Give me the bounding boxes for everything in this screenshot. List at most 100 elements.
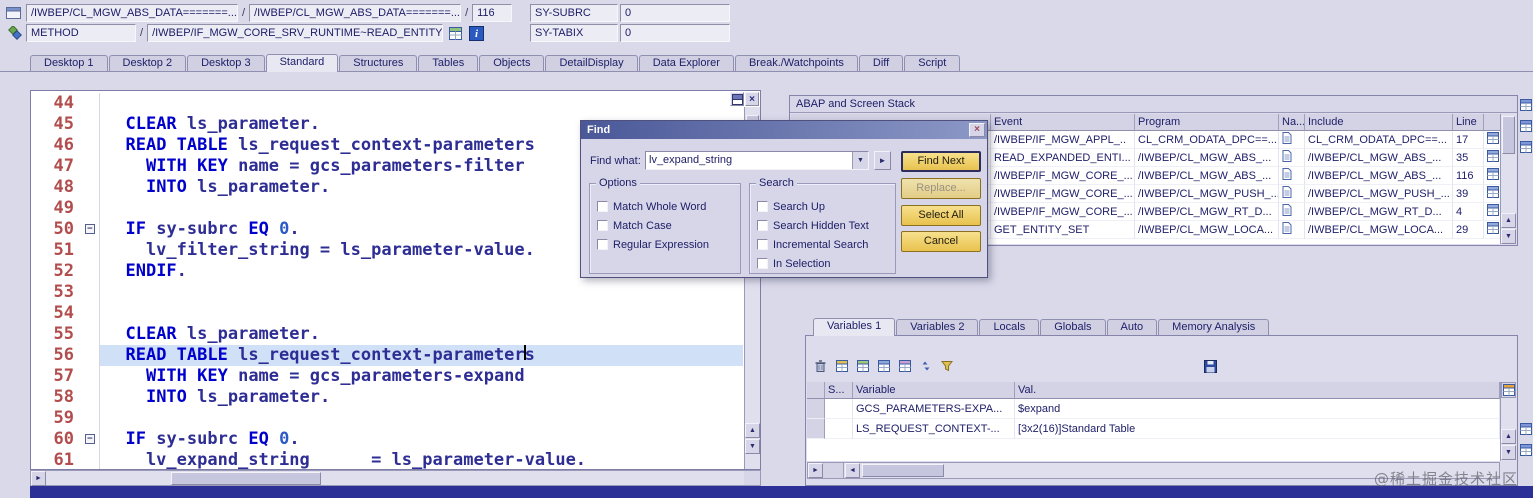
stack-cell-line[interactable]: 4	[1453, 203, 1484, 221]
create-variable-icon[interactable]	[833, 358, 850, 374]
line-number[interactable]: 52	[31, 261, 83, 282]
sy-tabix-value-field[interactable]: 0	[620, 24, 730, 42]
stack-cell-line[interactable]: 17	[1453, 131, 1484, 149]
row-selector-cell[interactable]	[807, 419, 825, 439]
scroll-down-icon[interactable]: ▼	[1501, 229, 1516, 244]
tab-script[interactable]: Script	[904, 55, 961, 72]
event-field[interactable]: /IWBEP/IF_MGW_CORE_SRV_RUNTIME~READ_ENTI…	[147, 24, 444, 42]
grid-icon[interactable]	[1484, 167, 1500, 185]
tab-globals[interactable]: Globals	[1040, 319, 1106, 336]
line-number[interactable]: 58	[31, 387, 83, 408]
checkbox-icon[interactable]	[757, 258, 768, 269]
code-line[interactable]: 53	[31, 282, 743, 303]
checkbox-search-hidden-text[interactable]: Search Hidden Text	[757, 216, 893, 235]
display-table-icon[interactable]	[875, 358, 892, 374]
line-number[interactable]: 44	[31, 93, 83, 114]
include-program-field[interactable]: /IWBEP/CL_MGW_ABS_DATA=======...	[249, 4, 462, 22]
column-header-include[interactable]: Include	[1305, 114, 1453, 131]
grid-icon[interactable]	[1520, 99, 1533, 112]
collapse-icon[interactable]: −	[85, 434, 95, 444]
info-icon[interactable]: i	[468, 25, 485, 41]
sort-icon[interactable]	[917, 358, 934, 374]
find-dialog-titlebar[interactable]: Find ×	[581, 121, 987, 139]
editor-hscrollbar[interactable]: ◄ ◄ ►	[30, 470, 761, 486]
checkbox-search-up[interactable]: Search Up	[757, 197, 893, 216]
grid-icon[interactable]	[1520, 141, 1533, 154]
find-next-button[interactable]: Find Next	[901, 151, 981, 172]
layout-icon[interactable]	[938, 358, 955, 374]
checkbox-icon[interactable]	[757, 220, 768, 231]
code-line[interactable]: 59	[31, 408, 743, 429]
variable-name-cell[interactable]: GCS_PARAMETERS-EXPA...	[853, 399, 1015, 419]
line-number[interactable]: 54	[31, 303, 83, 324]
scroll-down-icon[interactable]: ▼	[745, 439, 760, 454]
stack-cell-program[interactable]: /IWBEP/CL_MGW_ABS_...	[1135, 149, 1279, 167]
column-header-variable[interactable]: Variable	[853, 382, 1015, 399]
change-variable-icon[interactable]	[854, 358, 871, 374]
scrollbar-thumb[interactable]	[862, 464, 944, 477]
column-header[interactable]	[1484, 114, 1500, 131]
variable-name-cell[interactable]: LS_REQUEST_CONTEXT-...	[853, 419, 1015, 439]
stack-cell-line[interactable]: 29	[1453, 221, 1484, 239]
line-number[interactable]: 55	[31, 324, 83, 345]
stack-cell-include[interactable]: CL_CRM_ODATA_DPC==...	[1305, 131, 1453, 149]
column-header-na[interactable]: Na...	[1279, 114, 1305, 131]
checkbox-icon[interactable]	[597, 239, 608, 250]
stack-cell-event[interactable]: /IWBEP/IF_MGW_CORE_...	[991, 167, 1135, 185]
tab-detaildisplay[interactable]: DetailDisplay	[545, 55, 638, 72]
variables-vscrollbar[interactable]: ▲ ▼	[1500, 382, 1516, 461]
variables-table[interactable]: S... Variable Val. GCS_PARAMETERS-EXPA... $…	[807, 382, 1500, 461]
stack-cell-line[interactable]: 39	[1453, 185, 1484, 203]
table-display-icon[interactable]	[447, 26, 464, 41]
checkbox-in-selection[interactable]: In Selection	[757, 254, 893, 273]
event-type-field[interactable]: METHOD	[26, 24, 136, 42]
grid-icon[interactable]	[1520, 423, 1533, 436]
main-program-field[interactable]: /IWBEP/CL_MGW_ABS_DATA=======...	[26, 4, 238, 22]
line-number[interactable]: 56	[31, 345, 83, 366]
cancel-button[interactable]: Cancel	[901, 231, 981, 252]
scroll-up-icon[interactable]: ▲	[1501, 213, 1516, 228]
tab-desktop-2[interactable]: Desktop 2	[108, 55, 187, 72]
stack-cell-include[interactable]: /IWBEP/CL_MGW_LOCA...	[1305, 221, 1453, 239]
line-number[interactable]: 48	[31, 177, 83, 198]
chevron-down-icon[interactable]: ▼	[852, 152, 868, 169]
stack-cell-event[interactable]: READ_EXPANDED_ENTI...	[991, 149, 1135, 167]
services-icon[interactable]	[896, 358, 913, 374]
collapse-icon[interactable]: −	[85, 224, 95, 234]
row-selector-cell[interactable]	[807, 399, 825, 419]
code-line[interactable]: 54	[31, 303, 743, 324]
tab-standard[interactable]: Standard	[265, 54, 339, 72]
column-header-s[interactable]: S...	[825, 382, 853, 399]
flag-cell[interactable]	[825, 399, 853, 419]
table-settings-icon[interactable]	[1501, 382, 1516, 398]
checkbox-icon[interactable]	[597, 201, 608, 212]
checkbox-regular-expression[interactable]: Regular Expression	[597, 235, 738, 254]
line-number[interactable]: 57	[31, 366, 83, 387]
variable-value-cell[interactable]: $expand	[1015, 399, 1500, 419]
stack-cell-program[interactable]: /IWBEP/CL_MGW_RT_D...	[1135, 203, 1279, 221]
tab-tables[interactable]: Tables	[418, 55, 479, 72]
tab-break-watchpoints[interactable]: Break./Watchpoints	[734, 55, 858, 72]
stack-cell-include[interactable]: /IWBEP/CL_MGW_PUSH_...	[1305, 185, 1453, 203]
tab-variables-1[interactable]: Variables 1	[813, 318, 896, 336]
scroll-up-icon[interactable]: ▲	[1501, 429, 1516, 444]
stack-cell-line[interactable]: 116	[1453, 167, 1484, 185]
tab-locals[interactable]: Locals	[979, 319, 1040, 336]
line-number[interactable]: 47	[31, 156, 83, 177]
code-line[interactable]: 57 WITH KEY name = gcs_parameters-expand	[31, 366, 743, 387]
find-direction-icon[interactable]: ►	[874, 151, 891, 170]
split-editor-icon[interactable]	[730, 92, 744, 106]
code-line[interactable]: 58 INTO ls_parameter.	[31, 387, 743, 408]
stack-cell-program[interactable]: /IWBEP/CL_MGW_PUSH_...	[1135, 185, 1279, 203]
tab-variables-2[interactable]: Variables 2	[896, 319, 979, 336]
code-line[interactable]: 55 CLEAR ls_parameter.	[31, 324, 743, 345]
grid-icon[interactable]	[1520, 444, 1533, 457]
find-what-combobox[interactable]: lv_expand_string ▼	[645, 151, 869, 170]
sy-subrc-value-field[interactable]: 0	[620, 4, 730, 22]
close-editor-icon[interactable]: ×	[745, 92, 759, 106]
column-header-program[interactable]: Program	[1135, 114, 1279, 131]
column-header-event[interactable]: Event	[991, 114, 1135, 131]
scroll-left-icon[interactable]: ◄	[845, 463, 860, 478]
current-line-field[interactable]: 116	[472, 4, 513, 22]
checkbox-icon[interactable]	[757, 239, 768, 250]
